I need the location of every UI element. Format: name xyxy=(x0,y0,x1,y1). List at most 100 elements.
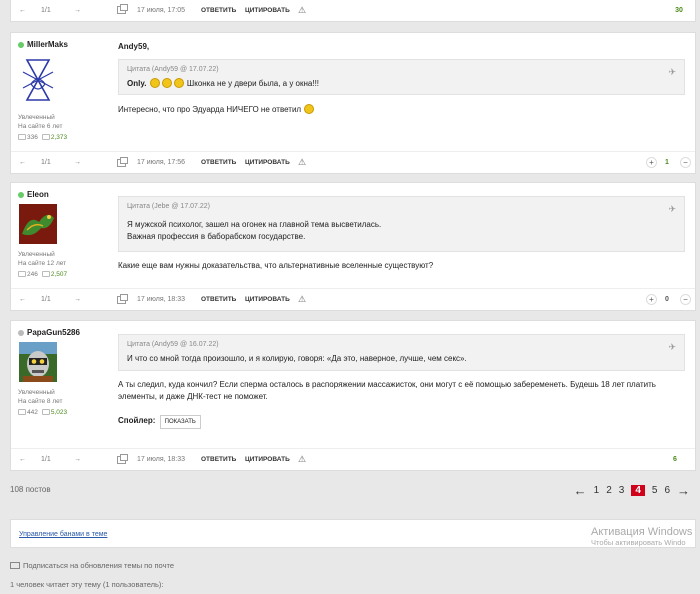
prev-page-button[interactable]: ← xyxy=(19,456,26,463)
post-footer: ← 1/1 → 17 июля, 18:33 ОТВЕТИТЬ ЦИТИРОВА… xyxy=(11,448,695,470)
windows-activation-watermark: Активация Windows Чтобы активировать Win… xyxy=(591,526,693,547)
pagination-next[interactable]: → xyxy=(677,483,690,498)
quote-header: Цитата (Andy59 @ 16.07.22) xyxy=(127,341,219,348)
quote-text: Я мужской психолог, зашел на огонек на г… xyxy=(127,220,382,229)
previous-post: ← 1/1 → 17 июля, 17:05 ОТВЕТИТЬ ЦИТИРОВА… xyxy=(10,0,696,22)
user-meta: Увлеченный На сайте 12 лет xyxy=(18,250,66,268)
upvote-button[interactable]: + xyxy=(646,157,657,168)
post-count: 108 постов xyxy=(10,485,51,494)
report-icon[interactable]: ⚠ xyxy=(298,454,306,465)
prev-page-button[interactable]: ← xyxy=(19,7,26,14)
quote-header: Цитата (Jebe @ 17.07.22) xyxy=(127,203,211,210)
upvote-button[interactable]: + xyxy=(646,294,657,305)
post-date: 17 июля, 17:05 xyxy=(137,6,186,14)
pagination-page[interactable]: 1 xyxy=(594,485,600,496)
spoiler-show-button[interactable]: ПОКАЗАТЬ xyxy=(159,415,201,429)
next-page-button[interactable]: → xyxy=(74,456,81,463)
comments-icon xyxy=(18,134,26,140)
pagination-page[interactable]: 6 xyxy=(664,485,670,496)
user-meta: Увлеченный На сайте 8 лет xyxy=(18,388,63,406)
quote-button[interactable]: ЦИТИРОВАТЬ xyxy=(245,159,290,166)
report-icon[interactable]: ⚠ xyxy=(298,5,306,16)
pin-icon[interactable]: ✈ xyxy=(668,203,676,215)
quote-button[interactable]: ЦИТИРОВАТЬ xyxy=(245,7,290,14)
smiley-icon xyxy=(304,104,315,114)
quote-text: Only. Шконка не у двери была, а у окна!!… xyxy=(127,78,320,88)
post-footer: ← 1/1 → 17 июля, 17:05 ОТВЕТИТЬ ЦИТИРОВА… xyxy=(11,0,695,21)
post-eleon: Eleon Увлеченный На сайте 12 лет 246 2,5… xyxy=(10,182,696,311)
pagination-page[interactable]: 2 xyxy=(606,485,612,496)
reply-button[interactable]: ОТВЕТИТЬ xyxy=(201,296,236,303)
prev-page-button[interactable]: ← xyxy=(19,296,26,303)
page-indicator: 1/1 xyxy=(41,296,51,303)
copy-link-icon[interactable] xyxy=(117,156,128,167)
likes-icon xyxy=(41,409,50,415)
spoiler-label: Спойлер: xyxy=(118,416,156,425)
post-date: 17 июля, 17:56 xyxy=(137,159,186,166)
post-millermaks: MillerMaks Увлеченный На сайте 6 лет 336… xyxy=(10,32,696,174)
likes-count: 2,373 xyxy=(41,134,67,141)
pagination-current[interactable]: 4 xyxy=(631,485,645,496)
copy-link-icon[interactable] xyxy=(117,453,128,464)
reply-button[interactable]: ОТВЕТИТЬ xyxy=(201,456,236,463)
pin-icon[interactable]: ✈ xyxy=(668,341,676,353)
post-text: Какие еще вам нужны доказательства, что … xyxy=(118,261,434,270)
mail-icon xyxy=(10,562,20,569)
user-tenure: На сайте 12 лет xyxy=(18,260,67,267)
next-page-button[interactable]: → xyxy=(74,7,81,14)
comments-count: 246 xyxy=(18,271,38,278)
page-indicator: 1/1 xyxy=(41,456,51,463)
user-tenure: На сайте 8 лет xyxy=(18,398,63,405)
downvote-button[interactable]: − xyxy=(680,294,691,305)
avatar[interactable] xyxy=(19,342,57,382)
reply-button[interactable]: ОТВЕТИТЬ xyxy=(201,7,236,14)
report-icon[interactable]: ⚠ xyxy=(298,294,306,305)
ban-management-link[interactable]: Управление банами в теме xyxy=(19,531,107,538)
likes-icon xyxy=(41,134,50,140)
downvote-button[interactable]: − xyxy=(680,157,691,168)
report-icon[interactable]: ⚠ xyxy=(298,157,306,168)
user-stats: 442 5,023 xyxy=(18,409,67,416)
comments-icon xyxy=(18,409,26,415)
likes-count: 5,023 xyxy=(41,409,67,416)
post-score: 0 xyxy=(665,296,669,303)
post-author[interactable]: Eleon xyxy=(18,190,49,199)
subscribe-link[interactable]: Подписаться на обновления темы по почте xyxy=(10,561,174,570)
pagination-page[interactable]: 3 xyxy=(619,485,625,496)
quote-header: Цитата (Andy59 @ 17.07.22) xyxy=(127,66,219,73)
next-page-button[interactable]: → xyxy=(74,159,81,166)
quote-button[interactable]: ЦИТИРОВАТЬ xyxy=(245,456,290,463)
copy-link-icon[interactable] xyxy=(117,4,128,14)
post-body: Цитата (Andy59 @ 16.07.22) ✈ И что со мн… xyxy=(118,334,685,429)
quote-text: И что со мной тогда произошло, и я колир… xyxy=(127,354,467,363)
next-page-button[interactable]: → xyxy=(74,296,81,303)
post-body: Andy59, Цитата (Andy59 @ 17.07.22) ✈ Onl… xyxy=(118,41,685,116)
post-footer: ← 1/1 → 17 июля, 18:33 ОТВЕТИТЬ ЦИТИРОВА… xyxy=(11,288,695,310)
page-indicator: 1/1 xyxy=(41,6,51,14)
avatar[interactable] xyxy=(19,54,57,106)
pin-icon[interactable]: ✈ xyxy=(668,66,676,78)
pagination-prev[interactable]: ← xyxy=(574,483,587,498)
post-text: Интересно, что про Эдуарда НИЧЕГО не отв… xyxy=(118,104,685,116)
pagination-page[interactable]: 5 xyxy=(652,485,658,496)
copy-link-icon[interactable] xyxy=(117,293,128,304)
reply-button[interactable]: ОТВЕТИТЬ xyxy=(201,159,236,166)
likes-count: 2,507 xyxy=(41,271,67,278)
quote-block: Цитата (Andy59 @ 17.07.22) ✈ Only. Шконк… xyxy=(118,59,685,95)
readers-info: 1 человек читает эту тему (1 пользовател… xyxy=(10,580,164,589)
smiley-icon xyxy=(173,78,184,88)
user-role: Увлеченный xyxy=(18,251,55,258)
quote-button[interactable]: ЦИТИРОВАТЬ xyxy=(245,296,290,303)
post-author[interactable]: PapaGun5286 xyxy=(18,328,80,337)
page-indicator: 1/1 xyxy=(41,159,51,166)
post-score: 30 xyxy=(675,6,683,14)
ban-management-panel: Управление банами в теме Активация Windo… xyxy=(10,519,696,548)
prev-page-button[interactable]: ← xyxy=(19,159,26,166)
user-stats: 336 2,373 xyxy=(18,134,67,141)
pagination: ← 1 2 3 4 5 6 → xyxy=(574,483,690,498)
post-author[interactable]: MillerMaks xyxy=(18,40,68,49)
post-papagun5286: PapaGun5286 Увлеченный На сайте 8 лет 44… xyxy=(10,320,696,471)
user-role: Увлеченный xyxy=(18,389,55,396)
avatar[interactable] xyxy=(19,204,57,244)
post-body: Цитата (Jebe @ 17.07.22) ✈ Я мужской пси… xyxy=(118,196,685,272)
